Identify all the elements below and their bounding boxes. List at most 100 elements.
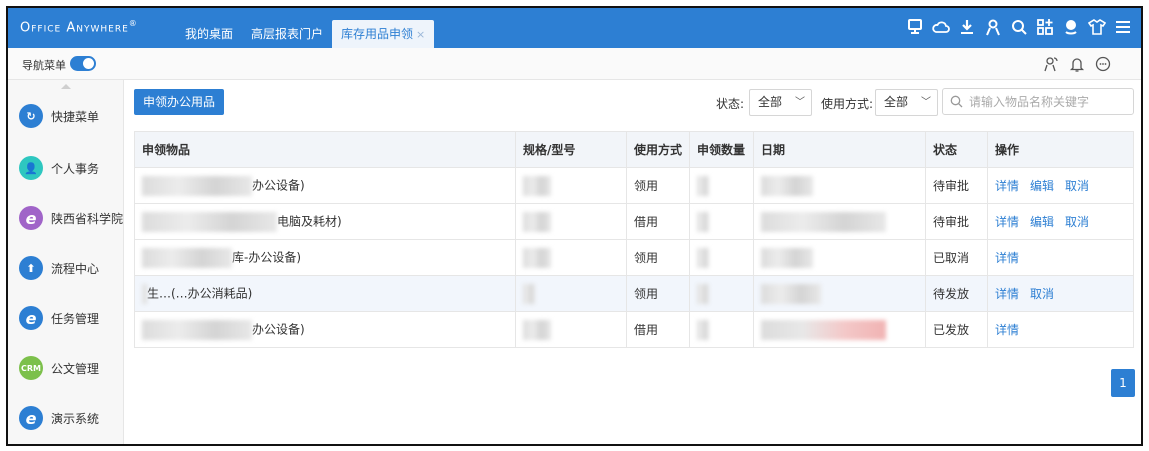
detail-link[interactable]: 详情 (995, 287, 1019, 301)
spec-cell (515, 311, 627, 348)
sidebar-item-label: 陕西省科学院 (51, 211, 124, 226)
table-row[interactable]: 办公设备) 借用 已发放 详情 (134, 311, 1134, 348)
usage-value: 领用 (634, 287, 659, 301)
redacted-text (761, 247, 813, 268)
status-value: 已发放 (933, 323, 970, 337)
detail-link[interactable]: 详情 (995, 323, 1019, 337)
sidebar-item-label: 个人事务 (51, 161, 100, 176)
redacted-text (142, 175, 252, 196)
download-icon[interactable] (955, 14, 979, 40)
redacted-text (142, 211, 277, 232)
page-1-button[interactable]: 1 (1111, 369, 1135, 397)
close-icon[interactable]: × (416, 28, 425, 41)
redacted-text (523, 319, 551, 340)
tab-1[interactable]: 高层报表门户 (242, 20, 332, 48)
chevron-down-icon: ﹀ (795, 97, 805, 108)
status-cell: 已发放 (925, 311, 988, 348)
cancel-link[interactable]: 取消 (1065, 179, 1089, 193)
sidebar-item-3[interactable]: ⬆ 流程中心 (8, 248, 124, 288)
actions-cell: 详情 (987, 311, 1134, 348)
tab-2[interactable]: 库存用品申领 × (332, 20, 435, 48)
redacted-text (697, 211, 709, 232)
sidebar-item-1[interactable]: 👤 个人事务 (8, 148, 124, 188)
spec-cell (515, 275, 627, 312)
apply-office-supplies-button[interactable]: 申领办公用品 (134, 89, 225, 115)
flow-icon: ⬆ (19, 256, 43, 280)
column-header: 申领数量 (689, 131, 754, 168)
table-row[interactable]: 生…(…办公消耗品) 领用 待发放 详情 取消 (134, 275, 1134, 312)
actions-cell: 详情 编辑 取消 (987, 167, 1134, 204)
table-row[interactable]: 办公设备) 领用 待审批 详情 编辑 取消 (134, 167, 1134, 204)
item-name: 电脑及耗材) (277, 214, 342, 228)
cancel-link[interactable]: 取消 (1030, 287, 1054, 301)
status-value: 待审批 (933, 179, 970, 193)
redacted-text (697, 319, 709, 340)
sub-icons (1041, 54, 1113, 74)
status-value: 待发放 (933, 287, 970, 301)
search-box[interactable] (942, 88, 1134, 115)
shortcut-icon: ↻ (19, 104, 43, 128)
search-input[interactable] (969, 94, 1129, 109)
tab-bar: 我的桌面 高层报表门户 库存用品申领 × (176, 20, 435, 48)
top-icons (903, 14, 1135, 40)
sub-bar: 导航菜单 (8, 48, 1141, 80)
search-icon (950, 95, 963, 108)
bell-icon[interactable] (1067, 54, 1087, 74)
date-cell (753, 239, 926, 276)
menu-icon[interactable] (1111, 14, 1135, 40)
sidebar-item-label: 演示系统 (51, 411, 100, 426)
redacted-text (523, 247, 551, 268)
column-header: 申领物品 (134, 131, 516, 168)
edit-link[interactable]: 编辑 (1030, 215, 1054, 229)
sidebar-item-4[interactable]: e 任务管理 (8, 298, 124, 338)
edit-link[interactable]: 编辑 (1030, 179, 1054, 193)
apps-icon[interactable] (1033, 14, 1057, 40)
sidebar-item-2[interactable]: e 陕西省科学院 (8, 198, 124, 238)
quantity-cell (689, 311, 754, 348)
sidebar-item-6[interactable]: e 演示系统 (8, 398, 124, 438)
sidebar: ↻ 快捷菜单 👤 个人事务 e 陕西省科学院 ⬆ 流程中心 e 任务管理 CRM 公文管理 e 演示系统 (8, 80, 124, 444)
sidebar-item-0[interactable]: ↻ 快捷菜单 (8, 96, 124, 136)
search-icon[interactable] (1007, 14, 1031, 40)
task-ie-icon: e (19, 306, 43, 330)
sidebar-scroll-up[interactable] (8, 80, 123, 92)
sidebar-item-label: 流程中心 (51, 261, 100, 276)
detail-link[interactable]: 详情 (995, 179, 1019, 193)
status-filter-value: 全部 (758, 95, 783, 109)
person-icon: 👤 (19, 156, 43, 180)
chat-icon[interactable] (1059, 14, 1083, 40)
tab-0[interactable]: 我的桌面 (176, 20, 242, 48)
tab-label: 库存用品申领 (341, 27, 414, 41)
status-filter-label: 状态: (716, 97, 745, 111)
item-cell: 电脑及耗材) (134, 203, 516, 240)
shirt-icon[interactable] (1085, 14, 1109, 40)
usage-filter-value: 全部 (884, 95, 909, 109)
usage-cell: 领用 (626, 275, 690, 312)
cancel-link[interactable]: 取消 (1065, 215, 1089, 229)
user-icon[interactable] (981, 14, 1005, 40)
column-header: 日期 (753, 131, 926, 168)
table-header-row: 申领物品 规格/型号 使用方式 申领数量 日期 状态 操作 (134, 131, 1134, 168)
message-icon[interactable] (1093, 54, 1113, 74)
users-icon[interactable] (1041, 54, 1061, 74)
status-value: 待审批 (933, 215, 970, 229)
redacted-text (142, 283, 147, 304)
main-content: 申领办公用品 状态: 全部 ﹀ 使用方式: 全部 ﹀ 申领物品规格/型号使用方式… (125, 80, 1141, 444)
nav-menu-toggle[interactable] (70, 56, 96, 71)
table-row[interactable]: 库-办公设备) 领用 已取消 详情 (134, 239, 1134, 276)
detail-link[interactable]: 详情 (995, 215, 1019, 229)
status-filter-select[interactable]: 全部 ﹀ (749, 89, 812, 116)
spec-cell (515, 203, 627, 240)
table-row[interactable]: 电脑及耗材) 借用 待审批 详情 编辑 取消 (134, 203, 1134, 240)
usage-filter-select[interactable]: 全部 ﹀ (875, 89, 938, 116)
usage-value: 借用 (634, 323, 659, 337)
item-name: 库-办公设备) (232, 250, 302, 264)
tab-label: 高层报表门户 (251, 27, 324, 41)
sidebar-item-5[interactable]: CRM 公文管理 (8, 348, 124, 388)
quantity-cell (689, 239, 754, 276)
detail-link[interactable]: 详情 (995, 251, 1019, 265)
desktop-icon[interactable] (903, 14, 927, 40)
redacted-text (523, 211, 551, 232)
cloud-icon[interactable] (929, 14, 953, 40)
redacted-text (523, 175, 551, 196)
